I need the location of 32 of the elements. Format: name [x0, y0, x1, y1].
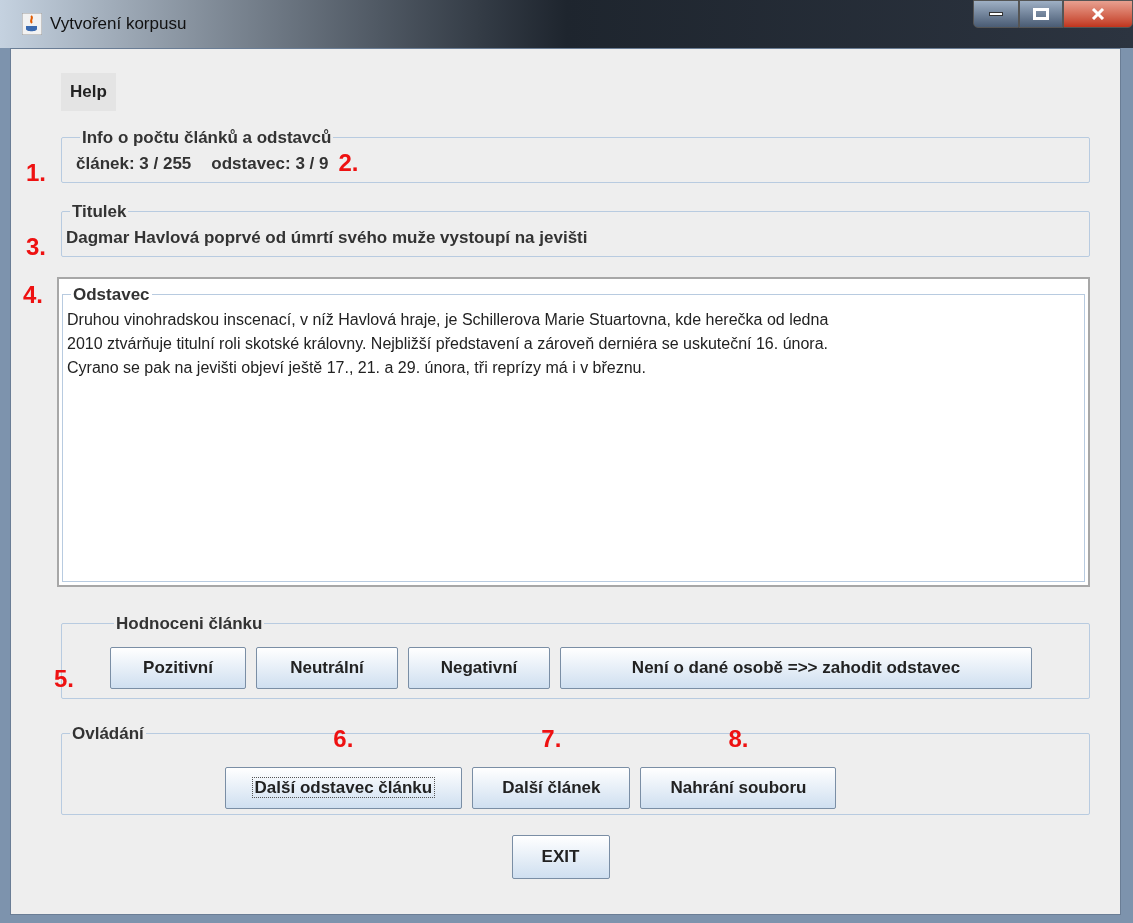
group-title: Titulek: [71, 201, 128, 223]
group-title: Info o počtu článků a odstavců: [81, 127, 333, 149]
group-title: Ovládání: [71, 723, 145, 745]
group-title: Hodnoceni článku: [115, 613, 264, 635]
rating-button[interactable]: Není o dané osobě =>> zahodit odstavec: [560, 646, 1032, 689]
exit-button[interactable]: EXIT: [511, 835, 610, 879]
rating-button[interactable]: Pozitivní: [110, 646, 246, 689]
control-button[interactable]: Další odstavec článku: [224, 766, 463, 809]
paragraph-text: Druhou vinohradskou inscenací, v níž Havlová hraje, je Schillerova Marie Stuartovna, kde herečka od ledna 2010 ztvárňuje titulní roli skotské královny. Nejbližší představení a zároveň derniéra se uskuteční 16. února. Cyrano se pak na jevišti objeví ještě 17., 21. a 29. února, tři reprízy má i v březnu.: [67, 309, 830, 378]
control-button[interactable]: Nahrání souboru: [640, 766, 837, 809]
annotation-number: 4.: [23, 283, 43, 307]
close-icon: [1091, 8, 1105, 20]
rating-button[interactable]: Negativní: [408, 646, 550, 689]
annotation-number: 3.: [26, 234, 46, 259]
menu-item[interactable]: Help: [61, 73, 116, 111]
java-cup-icon: [22, 13, 42, 35]
rating-button[interactable]: Neutrální: [256, 646, 398, 689]
annotation-number: 5.: [54, 666, 74, 691]
minimize-button[interactable]: [973, 0, 1019, 28]
article-count: článek: 3 / 255: [76, 152, 192, 175]
annotation-number: 8.: [728, 726, 749, 751]
window-title: Vytvoření korpusu: [50, 13, 187, 36]
annotation-number: 1.: [26, 160, 46, 185]
maximize-button[interactable]: [1019, 0, 1063, 28]
annotation-number: 2.: [338, 151, 359, 176]
close-button[interactable]: [1063, 0, 1133, 28]
annotation-number: 6.: [333, 726, 354, 751]
article-title: Dagmar Havlová poprvé od úmrtí svého muže vystoupí na jevišti: [66, 226, 589, 249]
annotation-number: 7.: [541, 726, 562, 751]
group-title: Odstavec: [72, 284, 151, 306]
paragraph-count: odstavec: 3 / 9: [211, 152, 329, 175]
control-button[interactable]: Další článek: [472, 766, 631, 809]
